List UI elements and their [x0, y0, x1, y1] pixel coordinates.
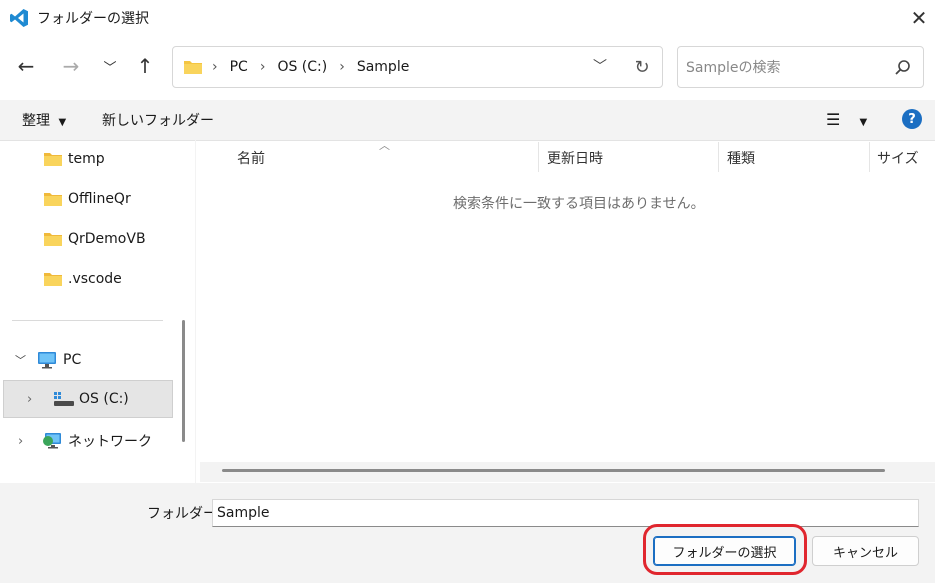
horizontal-scroll-track: [200, 462, 935, 482]
nav-divider: [12, 320, 163, 321]
annotation-highlight-ring: [643, 524, 807, 575]
column-header-type[interactable]: 種類: [727, 148, 755, 168]
sidebar-item-drive-c[interactable]: › OS (C:): [27, 391, 129, 407]
forward-arrow-icon: →: [62, 54, 80, 78]
breadcrumb-item-drive[interactable]: OS (C:): [277, 59, 327, 75]
column-header-name[interactable]: 名前: [237, 148, 265, 168]
help-icon[interactable]: ?: [902, 109, 922, 129]
sidebar-item-label: QrDemoVB: [68, 231, 146, 247]
column-header-modified[interactable]: 更新日時: [547, 148, 603, 168]
chevron-right-icon: ›: [27, 391, 33, 407]
folder-icon: [44, 193, 62, 206]
organize-label: 整理: [22, 113, 50, 129]
folder-icon: [184, 61, 202, 74]
sidebar-item-label: OfflineQr: [68, 191, 131, 207]
sidebar-item-label: temp: [68, 151, 105, 167]
sidebar-item-pc[interactable]: ﹀ PC: [15, 351, 81, 369]
search-icon[interactable]: [892, 58, 912, 78]
folder-icon: [44, 233, 62, 246]
column-separator[interactable]: [718, 142, 719, 172]
folder-icon: [44, 273, 62, 286]
sidebar-item-temp[interactable]: temp: [44, 151, 105, 167]
breadcrumb-separator: ›: [259, 59, 266, 75]
column-header-size[interactable]: サイズ: [877, 148, 919, 168]
sort-ascending-icon: ︿: [379, 139, 390, 152]
chevron-down-icon: ﹀: [593, 59, 607, 75]
folder-icon: [44, 153, 62, 166]
chevron-down-icon: ﹀: [15, 354, 26, 367]
sidebar-item-network[interactable]: › ネットワーク: [18, 431, 152, 451]
new-folder-button[interactable]: 新しいフォルダー: [102, 110, 214, 130]
monitor-icon: [38, 352, 56, 369]
sidebar-item-label: ネットワーク: [68, 434, 152, 450]
chevron-right-icon: ›: [18, 433, 24, 449]
caret-down-icon: ▼: [859, 117, 868, 128]
nav-scrollbar[interactable]: [182, 320, 185, 442]
folder-label: フォルダー:: [147, 506, 222, 522]
network-icon: [43, 433, 61, 449]
window-title: フォルダーの選択: [37, 11, 149, 27]
close-icon: ✕: [910, 6, 928, 30]
address-dropdown-button[interactable]: ﹀: [590, 56, 610, 76]
breadcrumb: › PC › OS (C:) › Sample: [212, 59, 409, 75]
sidebar-item-label: OS (C:): [79, 391, 129, 407]
drive-icon: [54, 392, 74, 406]
up-arrow-icon: ↑: [136, 54, 154, 78]
caret-down-icon: ▼: [58, 117, 67, 128]
recent-locations-button[interactable]: ﹀: [95, 51, 125, 81]
close-button[interactable]: ✕: [906, 5, 932, 31]
sidebar-item-label: .vscode: [68, 271, 122, 287]
breadcrumb-item-sample[interactable]: Sample: [357, 59, 410, 75]
up-button[interactable]: ↑: [130, 51, 160, 81]
organize-menu-button[interactable]: 整理 ▼: [22, 110, 66, 130]
breadcrumb-item-pc[interactable]: PC: [230, 59, 248, 75]
list-view-icon: ☰: [826, 110, 841, 129]
vscode-icon: [10, 9, 28, 27]
refresh-icon: ↻: [634, 56, 650, 78]
column-separator[interactable]: [869, 142, 870, 172]
cancel-button[interactable]: キャンセル: [812, 536, 919, 566]
view-options-button[interactable]: ☰ ▼: [826, 110, 867, 129]
forward-button[interactable]: →: [56, 51, 86, 81]
empty-list-message: 検索条件に一致する項目はありません。: [453, 196, 705, 212]
back-button[interactable]: ←: [11, 51, 41, 81]
search-input[interactable]: [684, 56, 878, 80]
file-list-pane: [196, 140, 935, 483]
chevron-down-icon: ﹀: [103, 60, 117, 76]
breadcrumb-separator: ›: [339, 59, 345, 75]
folder-name-input[interactable]: [212, 499, 919, 527]
back-arrow-icon: ←: [17, 54, 35, 78]
breadcrumb-separator: ›: [212, 59, 218, 75]
horizontal-scrollbar[interactable]: [222, 469, 885, 472]
column-separator[interactable]: [538, 142, 539, 172]
sidebar-item-vscode[interactable]: .vscode: [44, 271, 122, 287]
sidebar-item-offlineqr[interactable]: OfflineQr: [44, 191, 131, 207]
refresh-button[interactable]: ↻: [630, 55, 654, 79]
sidebar-item-qrdemovb[interactable]: QrDemoVB: [44, 231, 146, 247]
sidebar-item-label: PC: [63, 352, 82, 368]
